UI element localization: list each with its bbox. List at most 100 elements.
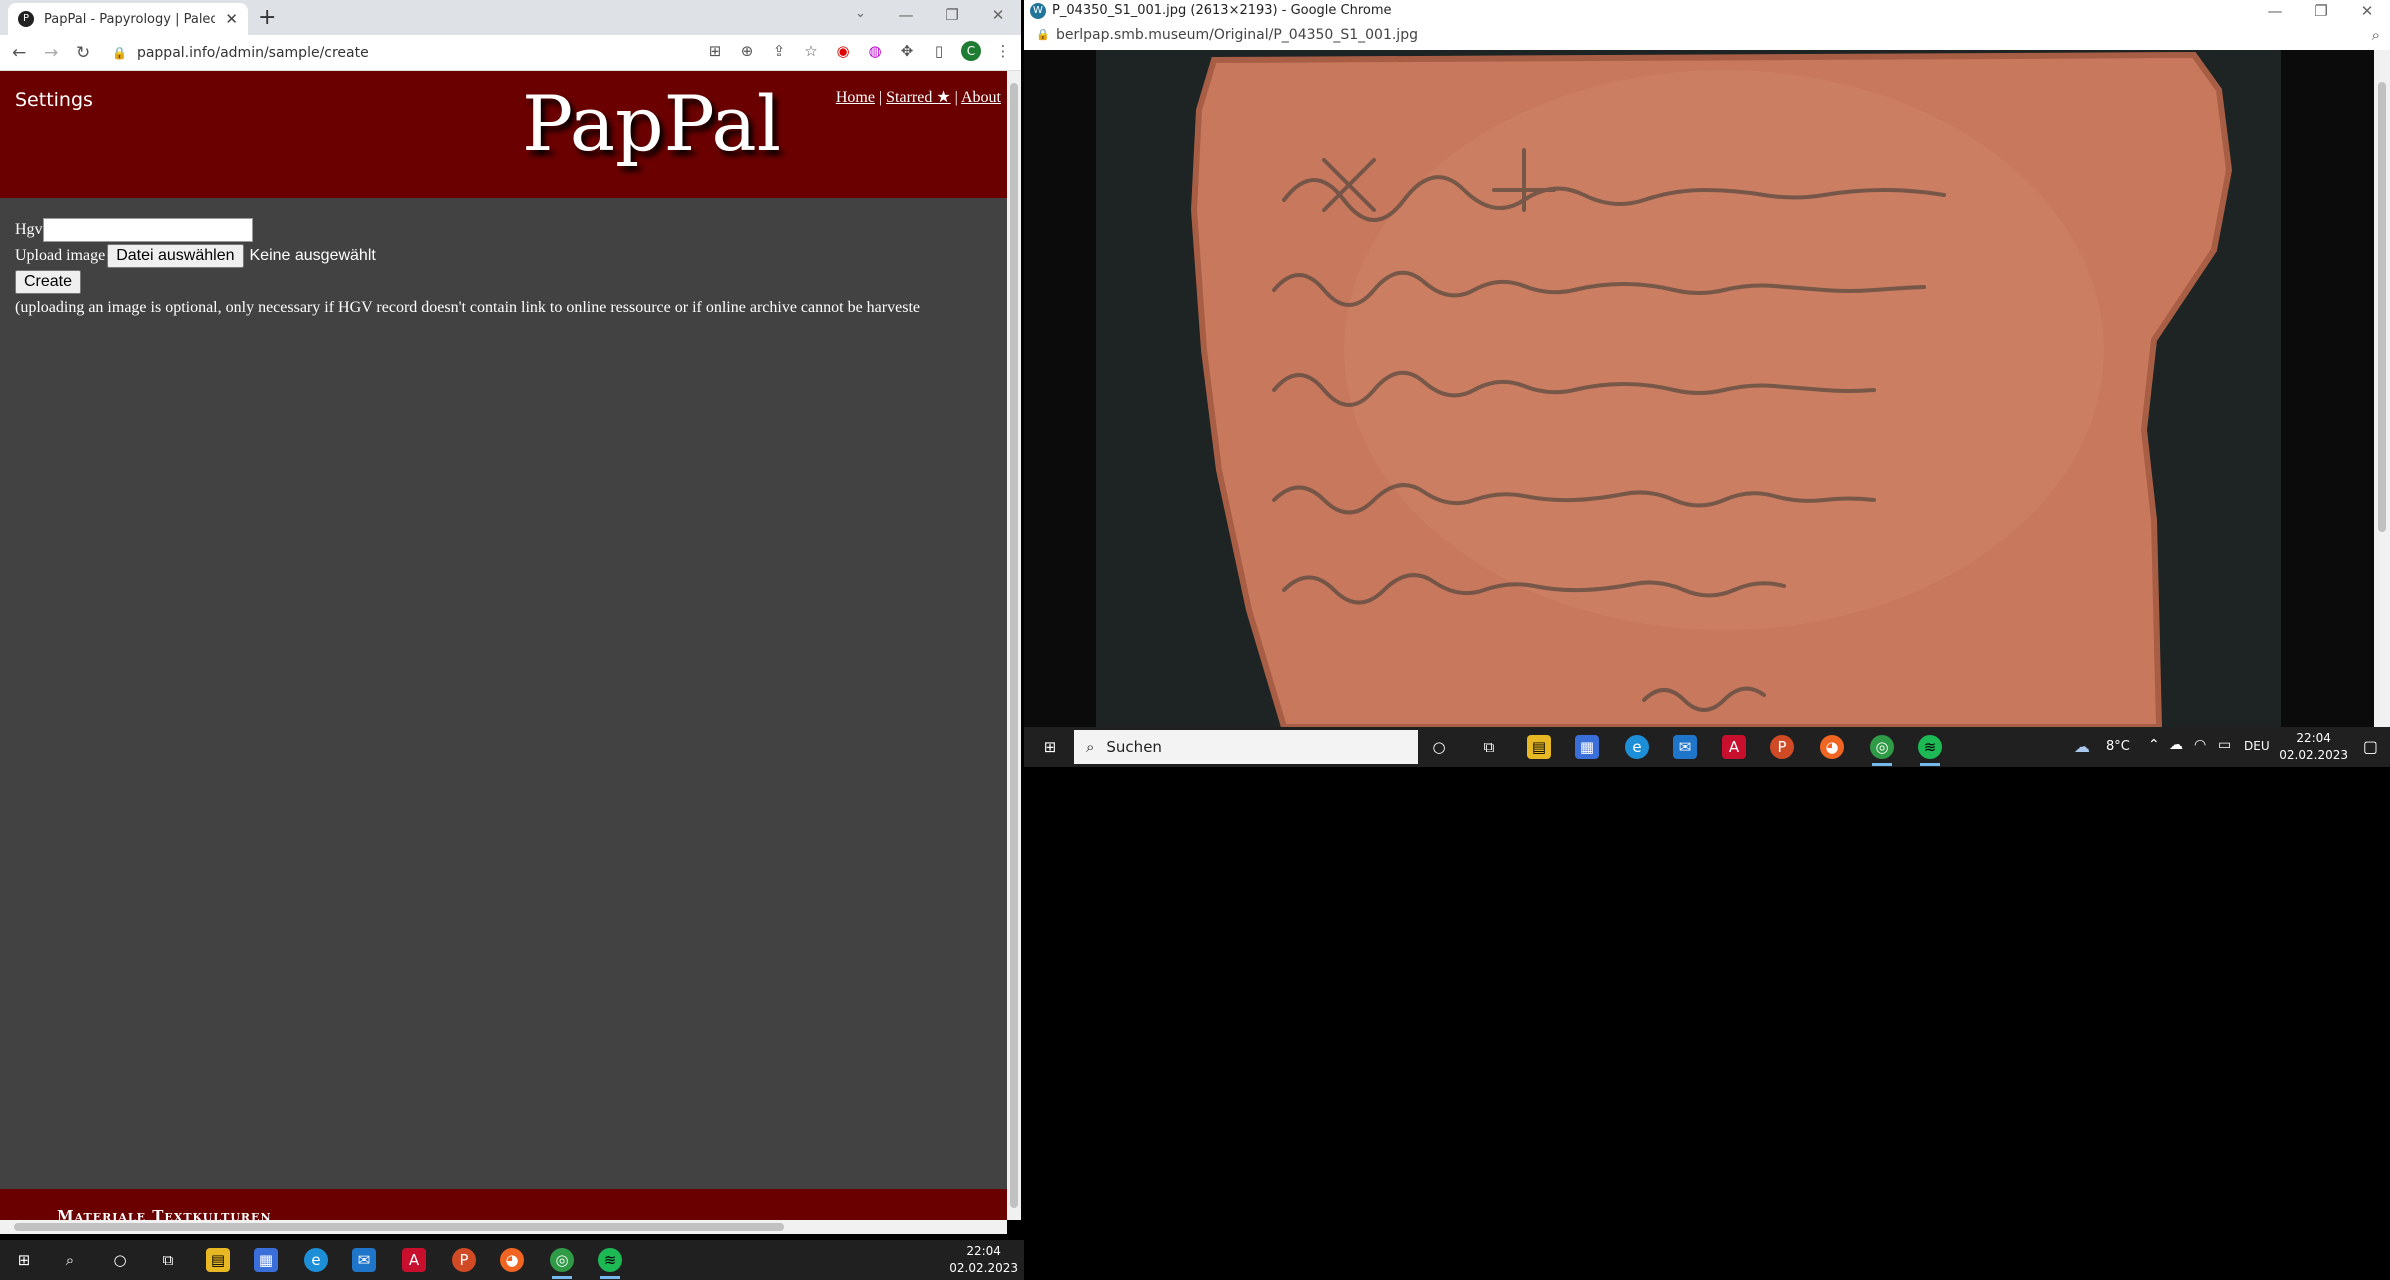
site-footer: Materiale Textkulturen xyxy=(0,1189,1007,1220)
task-view-icon[interactable]: ⧉ xyxy=(1477,735,1501,759)
search-icon: ⌕ xyxy=(1086,738,1095,756)
right-window-title: P_04350_S1_001.jpg (2613×2193) - Google … xyxy=(1052,3,1392,18)
horizontal-scrollbar[interactable] xyxy=(0,1220,1007,1234)
right-vertical-scrollbar[interactable] xyxy=(2374,50,2390,727)
side-panel-icon[interactable]: ▯ xyxy=(929,42,949,60)
clock-time: 22:04 xyxy=(966,1244,1001,1258)
cortana-icon[interactable]: ○ xyxy=(108,1248,132,1272)
powerpoint-icon[interactable]: P xyxy=(452,1248,476,1272)
mail-icon[interactable]: ✉ xyxy=(352,1248,376,1272)
close-tab-icon[interactable]: ✕ xyxy=(225,10,238,28)
chrome-icon[interactable]: ◎ xyxy=(550,1248,574,1279)
tab-strip: P PapPal - Papyrology | Paleograph ✕ + ⌄… xyxy=(0,0,1021,35)
mail-icon[interactable]: ✉ xyxy=(1673,735,1697,759)
edge-icon[interactable]: e xyxy=(1625,735,1649,759)
lock-icon: 🔒 xyxy=(1036,28,1050,41)
hgv-input[interactable] xyxy=(42,218,253,242)
upload-label: Upload image xyxy=(15,247,106,264)
menu-dots-icon[interactable]: ⋮ xyxy=(993,42,1013,60)
settings-link[interactable]: Settings xyxy=(15,89,93,111)
taskbar-search-box[interactable]: ⌕ Suchen xyxy=(1074,730,1418,764)
search-icon[interactable]: ⌕ xyxy=(58,1248,82,1272)
acrobat-icon[interactable]: A xyxy=(402,1248,426,1272)
pappal-favicon-icon: P xyxy=(18,11,34,27)
horizontal-scroll-thumb[interactable] xyxy=(14,1223,784,1231)
clock-right[interactable]: 22:04 02.02.2023 xyxy=(2279,730,2348,764)
hgv-label: Hgv xyxy=(15,221,43,238)
taskbar-left: ⊞ ⌕ ○ ⧉ ▤ ▦ e ✉ A P ◕ ◎ ≋ 22:04 02.02.20… xyxy=(0,1240,1024,1280)
battery-icon[interactable]: ▭ xyxy=(2218,737,2231,753)
top-nav: Home | Starred ★ | About xyxy=(836,87,1001,107)
chevron-up-icon[interactable]: ⌃ xyxy=(2148,737,2160,753)
store-icon[interactable]: ▦ xyxy=(254,1248,278,1272)
site-logo[interactable]: PapPal xyxy=(522,79,781,168)
choose-file-button[interactable]: Datei auswählen xyxy=(107,244,244,268)
right-title-bar: W P_04350_S1_001.jpg (2613×2193) - Googl… xyxy=(1024,0,2390,22)
language-indicator[interactable]: DEU xyxy=(2244,739,2270,753)
window-controls: — ❐ ✕ xyxy=(883,0,1021,30)
share-icon[interactable]: ⇪ xyxy=(769,42,789,60)
close-window-icon[interactable]: ✕ xyxy=(975,0,1021,30)
ostracon-image[interactable] xyxy=(1024,50,2374,727)
tab-search-icon[interactable]: ⌄ xyxy=(855,6,866,21)
nav-starred-link[interactable]: Starred ★ xyxy=(886,89,951,106)
nav-about-link[interactable]: About xyxy=(961,89,1001,106)
right-url-text: berlpap.smb.museum/Original/P_04350_S1_0… xyxy=(1056,27,1418,43)
file-explorer-icon[interactable]: ▤ xyxy=(1527,735,1551,759)
windows-icon[interactable]: ⊞ xyxy=(12,1248,36,1272)
tab-pappal[interactable]: P PapPal - Papyrology | Paleograph ✕ xyxy=(8,3,248,35)
notification-icon[interactable]: ▢ xyxy=(2363,737,2378,756)
clock-left[interactable]: 22:04 02.02.2023 xyxy=(949,1243,1018,1277)
vertical-scrollbar[interactable] xyxy=(1007,71,1021,1220)
upload-note: (uploading an image is optional, only ne… xyxy=(15,299,920,316)
right-scroll-thumb[interactable] xyxy=(2378,82,2386,532)
zoom-icon[interactable]: ⊕ xyxy=(737,42,757,60)
file-explorer-icon[interactable]: ▤ xyxy=(206,1248,230,1272)
translate-icon[interactable]: ⊞ xyxy=(705,42,725,60)
forward-icon[interactable]: → xyxy=(44,43,58,63)
firefox-icon[interactable]: ◕ xyxy=(1820,735,1844,759)
bookmark-star-icon[interactable]: ☆ xyxy=(801,42,821,60)
spotify-icon[interactable]: ≋ xyxy=(1918,735,1942,766)
ostracon-photo xyxy=(1096,50,2281,727)
nav-home-link[interactable]: Home xyxy=(836,89,875,106)
extension-purple-icon[interactable]: ◍ xyxy=(865,42,885,60)
vertical-scroll-thumb[interactable] xyxy=(1010,83,1018,1208)
search-placeholder: Suchen xyxy=(1106,738,1162,756)
clock-date: 02.02.2023 xyxy=(949,1261,1018,1275)
windows-icon[interactable]: ⊞ xyxy=(1038,735,1062,759)
back-icon[interactable]: ← xyxy=(12,43,26,63)
spotify-icon[interactable]: ≋ xyxy=(598,1248,622,1279)
restore-icon[interactable]: ❐ xyxy=(929,0,975,30)
store-icon[interactable]: ▦ xyxy=(1575,735,1599,759)
hgv-row: Hgv xyxy=(15,217,920,243)
footer-text: Materiale Textkulturen xyxy=(57,1207,272,1220)
firefox-icon[interactable]: ◕ xyxy=(500,1248,524,1272)
extension-red-icon[interactable]: ◉ xyxy=(833,42,853,60)
cortana-icon[interactable]: ○ xyxy=(1427,735,1451,759)
extensions-puzzle-icon[interactable]: ✥ xyxy=(897,42,917,60)
upload-row: Upload image Datei auswählen Keine ausge… xyxy=(15,243,920,269)
nav-separator: | xyxy=(954,89,958,106)
acrobat-icon[interactable]: A xyxy=(1722,735,1746,759)
clock-date: 02.02.2023 xyxy=(2279,748,2348,762)
new-tab-icon[interactable]: + xyxy=(258,5,276,30)
onedrive-icon[interactable]: ☁ xyxy=(2169,737,2183,753)
chrome-icon[interactable]: ◎ xyxy=(1870,735,1894,766)
powerpoint-icon[interactable]: P xyxy=(1770,735,1794,759)
taskbar-right: ⊞ ⌕ Suchen ○ ⧉ ▤ ▦ e ✉ A P ◕ ◎ ≋ ☁ 8°C ⌃… xyxy=(1024,727,2390,767)
weather-cloud-icon[interactable]: ☁ xyxy=(2074,737,2090,756)
create-button[interactable]: Create xyxy=(15,270,82,294)
profile-avatar[interactable]: C xyxy=(961,41,981,61)
reload-icon[interactable]: ↻ xyxy=(76,43,90,63)
minimize-icon[interactable]: — xyxy=(883,0,929,30)
task-view-icon[interactable]: ⧉ xyxy=(156,1248,180,1272)
edge-icon[interactable]: e xyxy=(304,1248,328,1272)
right-address-bar[interactable]: 🔒 berlpap.smb.museum/Original/P_04350_S1… xyxy=(1024,22,2390,50)
wifi-icon[interactable]: ◠ xyxy=(2194,737,2206,753)
zoom-icon[interactable]: ⌕ xyxy=(2372,26,2380,44)
weather-temp[interactable]: 8°C xyxy=(2106,739,2130,754)
create-row: Create xyxy=(15,269,920,295)
address-bar[interactable]: 🔒 pappal.info/admin/sample/create xyxy=(112,41,692,65)
tab-title: PapPal - Papyrology | Paleograph xyxy=(44,11,216,27)
